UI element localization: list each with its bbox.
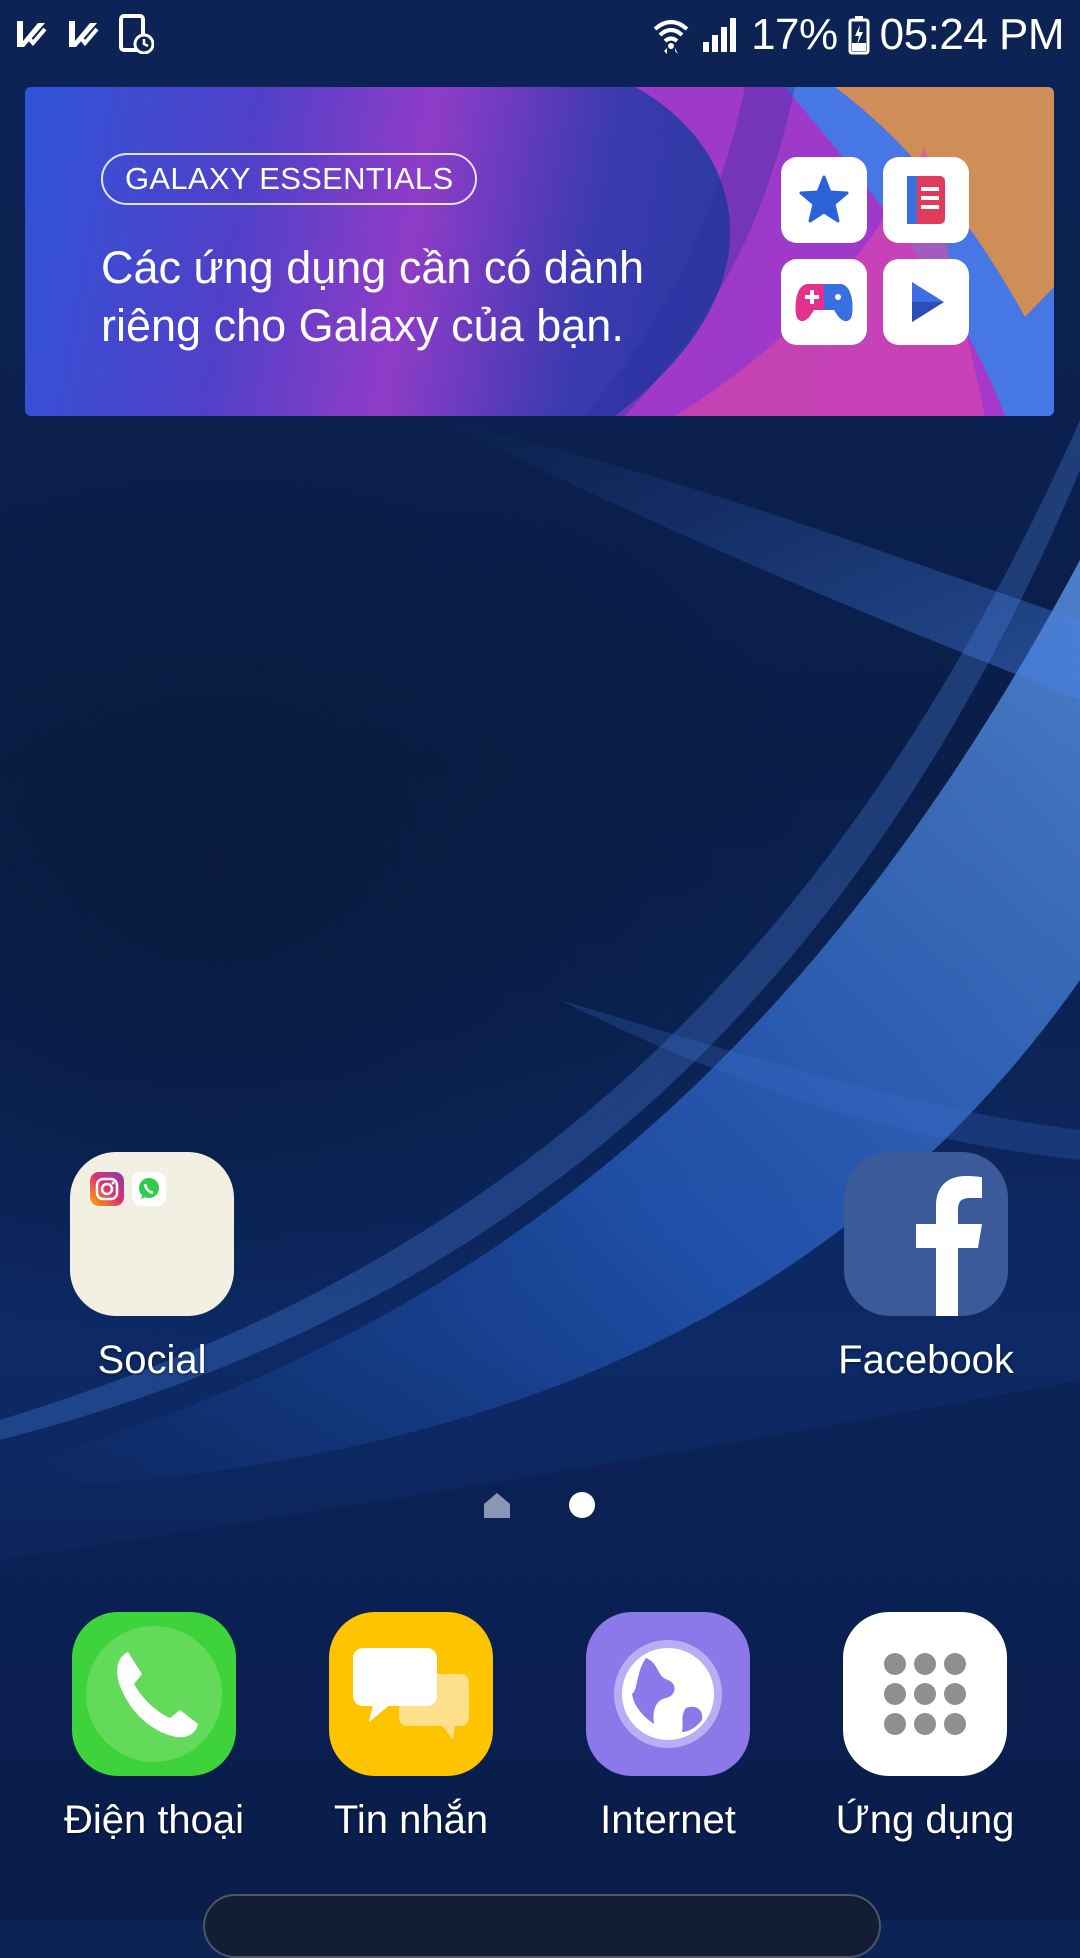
home-page-icon: [484, 1493, 510, 1518]
facebook-app[interactable]: Facebook: [826, 1152, 1026, 1383]
widget-description: Các ứng dụng cần có dành riêng cho Galax…: [101, 242, 645, 351]
page-indicator[interactable]: [0, 1488, 1080, 1518]
battery-percent: 17%: [751, 10, 838, 59]
whatsapp-icon: [132, 1172, 166, 1206]
app-grid-icon: [843, 1612, 1007, 1776]
book-tile[interactable]: [883, 157, 969, 243]
star-tile[interactable]: [781, 157, 867, 243]
check-notification-icon: [66, 17, 100, 56]
book-icon: [907, 176, 945, 224]
messages-icon: [329, 1612, 493, 1776]
messages-app[interactable]: Tin nhắn: [311, 1612, 511, 1843]
messages-label: Tin nhắn: [333, 1798, 489, 1842]
phone-app[interactable]: Điện thoại: [54, 1612, 254, 1843]
star-icon: [799, 175, 849, 223]
battery-charging-icon: [848, 15, 870, 55]
signal-icon: [701, 16, 741, 54]
clock: 05:24 PM: [879, 10, 1065, 59]
social-folder[interactable]: Social: [52, 1152, 252, 1383]
social-folder-label: Social: [97, 1338, 207, 1382]
check-notification-icon: [14, 17, 48, 56]
play-tile[interactable]: [883, 259, 969, 345]
wifi-icon: [651, 15, 691, 55]
internet-label: Internet: [600, 1798, 736, 1842]
screen-timer-icon: [118, 14, 155, 59]
play-icon: [912, 282, 944, 322]
folder-icon: [70, 1152, 234, 1316]
current-page-dot: [569, 1492, 595, 1518]
facebook-icon: [844, 1152, 1008, 1316]
instagram-icon: [90, 1172, 124, 1206]
bottom-handle[interactable]: [203, 1894, 881, 1958]
gamepad-icon: [795, 284, 853, 322]
gamepad-tile[interactable]: [781, 259, 867, 345]
internet-app[interactable]: Internet: [568, 1612, 768, 1843]
galaxy-essentials-widget[interactable]: GALAXY ESSENTIALS Các ứng dụng cần có dà…: [25, 87, 1054, 416]
status-bar: 17% 05:24 PM: [0, 0, 1080, 72]
phone-label: Điện thoại: [63, 1798, 245, 1842]
galaxy-essentials-badge: GALAXY ESSENTIALS: [101, 153, 478, 205]
internet-icon: [586, 1612, 750, 1776]
phone-icon: [72, 1612, 236, 1776]
facebook-label: Facebook: [838, 1338, 1014, 1382]
apps-button[interactable]: Ứng dụng: [825, 1612, 1025, 1843]
apps-label: Ứng dụng: [835, 1798, 1015, 1842]
